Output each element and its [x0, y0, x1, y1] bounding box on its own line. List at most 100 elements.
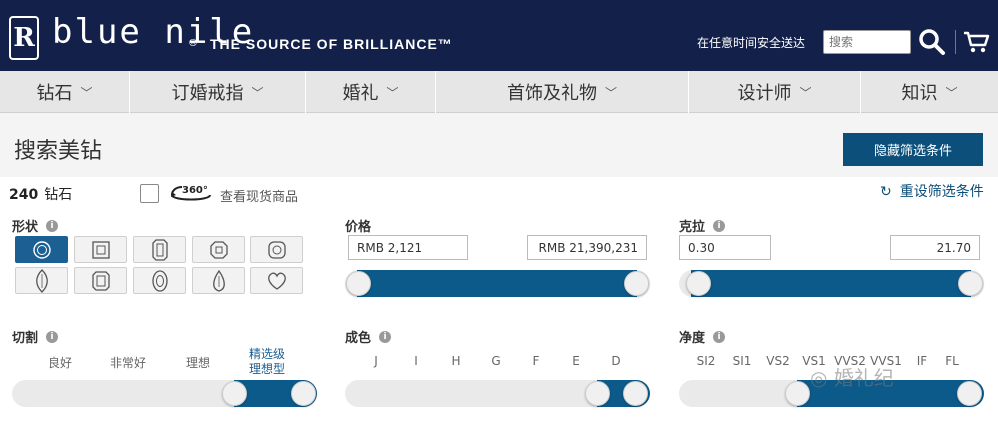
site-header: R blue nile ® THE SOURCE OF BRILLIANCE™ … — [0, 0, 998, 71]
carat-slider[interactable] — [679, 270, 984, 297]
carat-slider-fill — [691, 270, 971, 297]
shape-radiant-button[interactable] — [74, 267, 127, 294]
carat-max-input[interactable]: 21.70 — [890, 235, 980, 260]
shape-filter-label: 形状 i — [12, 216, 59, 235]
chevron-down-icon: ﹀ — [386, 85, 399, 100]
carat-min-handle[interactable] — [686, 271, 711, 296]
info-icon[interactable]: i — [379, 330, 392, 343]
color-label-text: 成色 — [345, 331, 372, 346]
price-min-input[interactable]: RMB 2,121 — [348, 235, 468, 260]
cut-slider[interactable] — [12, 380, 317, 407]
shape-round-button[interactable] — [15, 236, 68, 263]
color-max-handle[interactable] — [623, 381, 648, 406]
nav-jewelry-gifts[interactable]: 首饰及礼物 ﹀ — [436, 71, 689, 113]
watermark-text: 婚礼纪 — [833, 366, 894, 390]
cut-min-handle[interactable] — [222, 381, 247, 406]
cut-option-good[interactable]: 良好 — [30, 354, 90, 371]
instock-label[interactable]: 查看现货商品 — [220, 186, 298, 205]
wechat-icon: ◎ — [810, 366, 834, 390]
price-slider[interactable] — [345, 270, 650, 297]
shape-asscher-button[interactable] — [192, 236, 245, 263]
info-icon[interactable]: i — [713, 330, 726, 343]
clarity-option-fl[interactable]: FL — [922, 354, 982, 368]
nav-label: 订婚戒指 — [171, 83, 244, 104]
carat-label-text: 克拉 — [679, 220, 706, 235]
reset-filters-link[interactable]: ↻ 重设筛选条件 — [880, 181, 984, 201]
shape-pear-button[interactable] — [192, 267, 245, 294]
nav-designers[interactable]: 设计师 ﹀ — [689, 71, 861, 113]
search-input[interactable] — [823, 30, 911, 54]
nav-engagement-rings[interactable]: 订婚戒指 ﹀ — [130, 71, 306, 113]
price-min-handle[interactable] — [346, 271, 371, 296]
nav-education[interactable]: 知识 ﹀ — [861, 71, 998, 113]
cut-option-ideal[interactable]: 理想 — [168, 354, 228, 371]
cut-option-line2: 理想型 — [248, 362, 285, 376]
shape-label-text: 形状 — [12, 220, 39, 235]
shipping-note[interactable]: 在任意时间安全送达 — [697, 34, 805, 51]
chevron-down-icon: ﹀ — [251, 85, 264, 100]
carat-max-handle[interactable] — [958, 271, 983, 296]
pear-icon — [212, 269, 225, 292]
emerald-icon — [151, 238, 168, 261]
color-option-d[interactable]: D — [586, 354, 646, 368]
nav-wedding[interactable]: 婚礼 ﹀ — [306, 71, 436, 113]
shape-cushion-button[interactable] — [250, 236, 303, 263]
cushion-icon — [267, 240, 286, 259]
logo-mark[interactable]: R — [9, 16, 39, 60]
chevron-down-icon: ﹀ — [80, 85, 93, 100]
cart-icon[interactable] — [962, 30, 990, 54]
cut-max-handle[interactable] — [291, 381, 316, 406]
page-title: 搜索美钻 — [14, 139, 103, 164]
carat-filter-label: 克拉 i — [679, 216, 726, 235]
price-max-input[interactable]: RMB 21,390,231 — [527, 235, 647, 260]
shape-princess-button[interactable] — [74, 236, 127, 263]
info-icon[interactable]: i — [46, 219, 59, 232]
result-count-unit: 钻石 — [44, 187, 73, 203]
color-min-handle[interactable] — [585, 381, 610, 406]
header-divider — [955, 30, 956, 54]
title-bar: 搜索美钻 隐藏筛选条件 — [0, 113, 998, 177]
clarity-max-handle[interactable] — [957, 381, 982, 406]
shape-oval-button[interactable] — [133, 267, 186, 294]
shape-marquise-button[interactable] — [15, 267, 68, 294]
nav-label: 设计师 — [737, 83, 792, 104]
info-icon[interactable]: i — [713, 219, 726, 232]
radiant-icon — [91, 270, 110, 291]
hide-filters-button[interactable]: 隐藏筛选条件 — [843, 133, 983, 166]
view-360-label: 360° — [182, 185, 208, 196]
chevron-down-icon: ﹀ — [604, 85, 617, 100]
nav-label: 知识 — [901, 83, 938, 104]
view-360-icon: 360° — [171, 185, 211, 201]
cut-option-signature-ideal[interactable]: 精选级 理想型 — [237, 347, 297, 377]
cut-label-text: 切割 — [12, 331, 39, 346]
chevron-down-icon: ﹀ — [945, 85, 958, 100]
price-slider-fill — [357, 270, 637, 297]
carat-min-input[interactable]: 0.30 — [679, 235, 771, 260]
cut-option-line1: 精选级 — [248, 347, 285, 361]
cut-option-very-good[interactable]: 非常好 — [98, 354, 158, 371]
nav-diamonds[interactable]: 钻石 ﹀ — [0, 71, 130, 113]
info-icon[interactable]: i — [46, 330, 59, 343]
watermark: ◎ 婚礼纪 — [810, 362, 894, 391]
result-count: 240 钻石 — [9, 184, 72, 204]
heart-icon — [267, 272, 286, 290]
search-icon[interactable] — [918, 28, 946, 56]
chevron-down-icon: ﹀ — [799, 85, 812, 100]
color-slider[interactable] — [345, 380, 650, 407]
clarity-min-handle[interactable] — [785, 381, 810, 406]
clarity-filter-label: 净度 i — [679, 327, 726, 346]
shape-heart-button[interactable] — [250, 267, 303, 294]
nav-label: 婚礼 — [342, 83, 379, 104]
result-count-number: 240 — [9, 187, 39, 203]
cut-filter-label: 切割 i — [12, 327, 59, 346]
price-max-handle[interactable] — [624, 271, 649, 296]
asscher-icon — [209, 240, 228, 259]
nav-label: 首饰及礼物 — [506, 83, 597, 104]
instock-checkbox[interactable] — [140, 184, 159, 203]
reset-icon: ↻ — [880, 184, 892, 200]
clarity-label-text: 净度 — [679, 331, 706, 346]
shape-emerald-button[interactable] — [133, 236, 186, 263]
main-nav: 钻石 ﹀ 订婚戒指 ﹀ 婚礼 ﹀ 首饰及礼物 ﹀ 设计师 ﹀ 知识 ﹀ — [0, 71, 998, 113]
princess-icon — [91, 240, 110, 259]
color-filter-label: 成色 i — [345, 327, 392, 346]
